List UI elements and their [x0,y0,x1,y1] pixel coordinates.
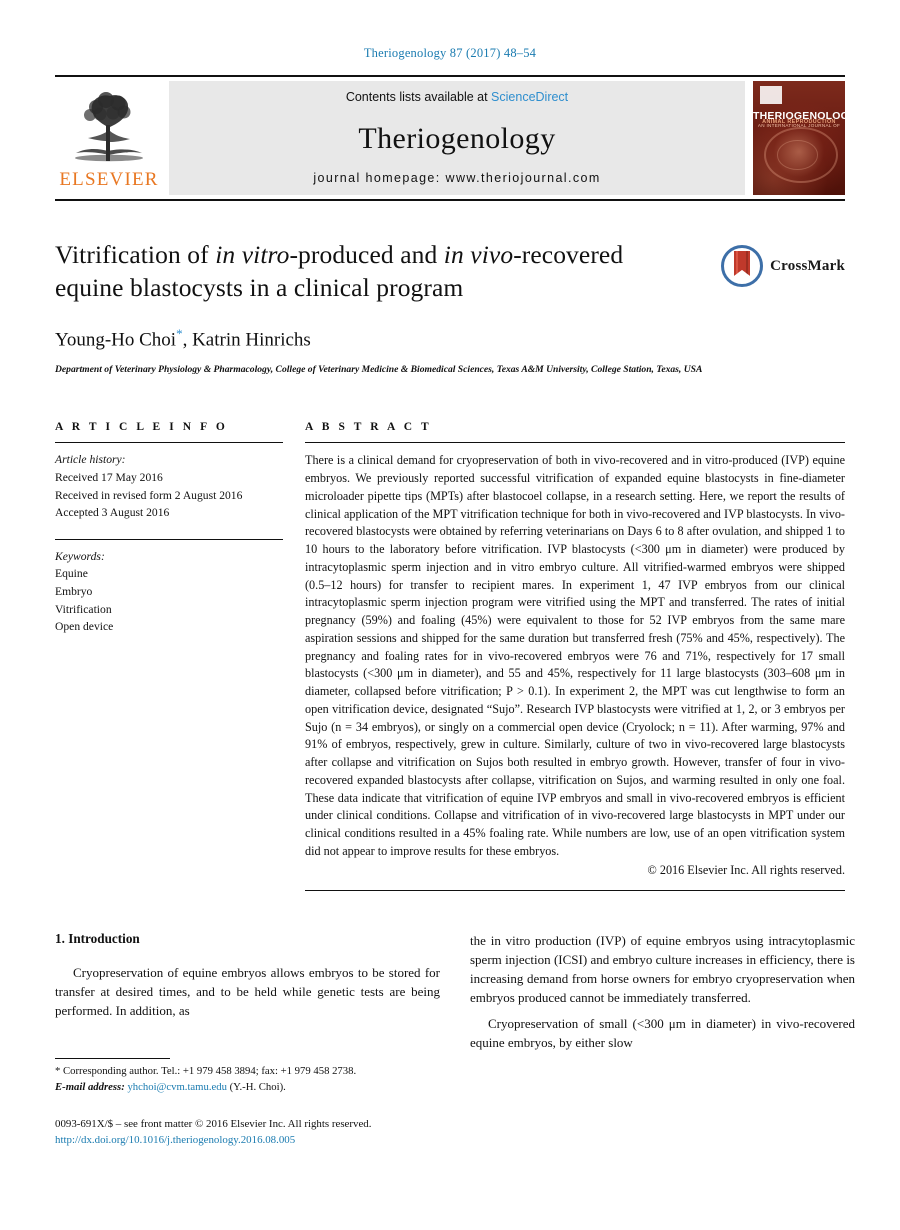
running-head: Theriogenology 87 (2017) 48–54 [363,46,537,60]
title-ital-1: in vitro [215,240,290,269]
intro-paragraph-right-cont: the in vitro production (IVP) of equine … [470,932,855,1006]
history-received: Received 17 May 2016 [55,471,163,485]
author-list: Young-Ho Choi*, Katrin Hinrichs [55,326,845,351]
elsevier-logo: ELSEVIER [55,77,163,199]
keywords-list: Keywords: Equine Embryo Vitrification Op… [55,548,283,636]
body-column-left: 1. Introduction Cryopreservation of equi… [55,931,440,1060]
article-info-rule [55,442,283,444]
journal-title: Theriogenology [358,121,556,155]
section-heading-introduction: 1. Introduction [55,930,140,946]
intro-paragraph-right-2: Cryopreservation of small (<300 μm in di… [470,1016,855,1051]
doi-link[interactable]: http://dx.doi.org/10.1016/j.theriogenolo… [55,1132,440,1148]
author-secondary[interactable]: , Katrin Hinrichs [183,330,311,351]
keywords-rule [55,538,283,540]
author-primary[interactable]: Young-Ho Choi [55,330,176,351]
cover-microline: AN INTERNATIONAL JOURNAL OF [757,123,841,129]
abstract-text: There is a clinical demand for cryoprese… [305,453,845,858]
affiliation: Department of Veterinary Physiology & Ph… [55,363,703,375]
keywords-label: Keywords: [55,549,105,563]
email-label: E-mail address: [55,1080,125,1093]
email-link[interactable]: yhchoi@cvm.tamu.edu [127,1081,226,1093]
email-note: E-mail address: yhchoi@cvm.tamu.edu (Y.-… [55,1080,440,1096]
intro-paragraph-left: Cryopreservation of equine embryos allow… [55,964,440,1018]
journal-homepage[interactable]: journal homepage: www.theriojournal.com [313,171,600,185]
cover-elsevier-logo [760,86,782,104]
issn-block: 0093-691X/$ – see front matter © 2016 El… [55,1116,440,1149]
cover-ring-inner [776,140,818,170]
abstract-rule [305,442,845,444]
contents-available-line: Contents lists available at ScienceDirec… [346,90,568,104]
article-history: Article history: Received 17 May 2016 Re… [55,451,283,521]
abstract-column: A B S T R A C T There is a clinical dema… [305,421,845,891]
issn-line: 0093-691X/$ – see front matter © 2016 El… [55,1117,372,1130]
keyword-item: Vitrification [55,602,112,616]
title-block: CrossMark Vitrification of in vitro-prod… [55,239,845,377]
footnote-rule [55,1058,170,1059]
crossmark-badge[interactable]: CrossMark [721,245,845,287]
history-accepted: Accepted 3 August 2016 [55,506,170,520]
page-title: Vitrification of in vitro-produced and i… [55,239,695,304]
crossmark-label: CrossMark [770,257,845,274]
journal-band: Contents lists available at ScienceDirec… [169,81,745,195]
title-seg-1: Vitrification of [55,240,216,269]
email-suffix: (Y.-H. Choi). [229,1080,286,1093]
corresponding-author-note: * Corresponding author. Tel.: +1 979 458… [55,1065,357,1077]
article-history-label: Article history: [55,453,126,467]
abstract-copyright: © 2016 Elsevier Inc. All rights reserved… [647,862,845,877]
keyword-item: Open device [55,620,114,634]
body-column-right: the in vitro production (IVP) of equine … [470,931,855,1060]
abstract-heading: A B S T R A C T [305,421,432,434]
journal-cover-thumbnail: THERIOGENOLOGY ANIMAL REPRODUCTION AN IN… [753,81,845,195]
info-abstract-row: A R T I C L E I N F O Article history: R… [55,421,845,891]
body-columns: 1. Introduction Cryopreservation of equi… [55,931,855,1060]
title-ital-2: in vivo [443,240,514,269]
paper-page: Theriogenology 87 (2017) 48–54 ELSEVIER … [0,0,900,1230]
history-revised: Received in revised form 2 August 2016 [55,488,243,502]
abstract-bottom-rule [305,889,845,891]
keyword-item: Equine [55,567,88,581]
crossmark-icon [721,245,764,287]
keyword-item: Embryo [55,585,93,599]
journal-masthead: ELSEVIER Contents lists available at Sci… [55,75,845,201]
sciencedirect-link[interactable]: ScienceDirect [491,90,568,104]
article-info-heading: A R T I C L E I N F O [55,421,228,434]
elsevier-wordmark: ELSEVIER [59,169,159,190]
footnote-block: * Corresponding author. Tel.: +1 979 458… [55,1058,440,1148]
title-seg-2: -produced and [289,240,444,269]
article-info-column: A R T I C L E I N F O Article history: R… [55,421,283,890]
elsevier-tree-icon [75,92,143,162]
contents-prefix: Contents lists available at [345,90,492,104]
